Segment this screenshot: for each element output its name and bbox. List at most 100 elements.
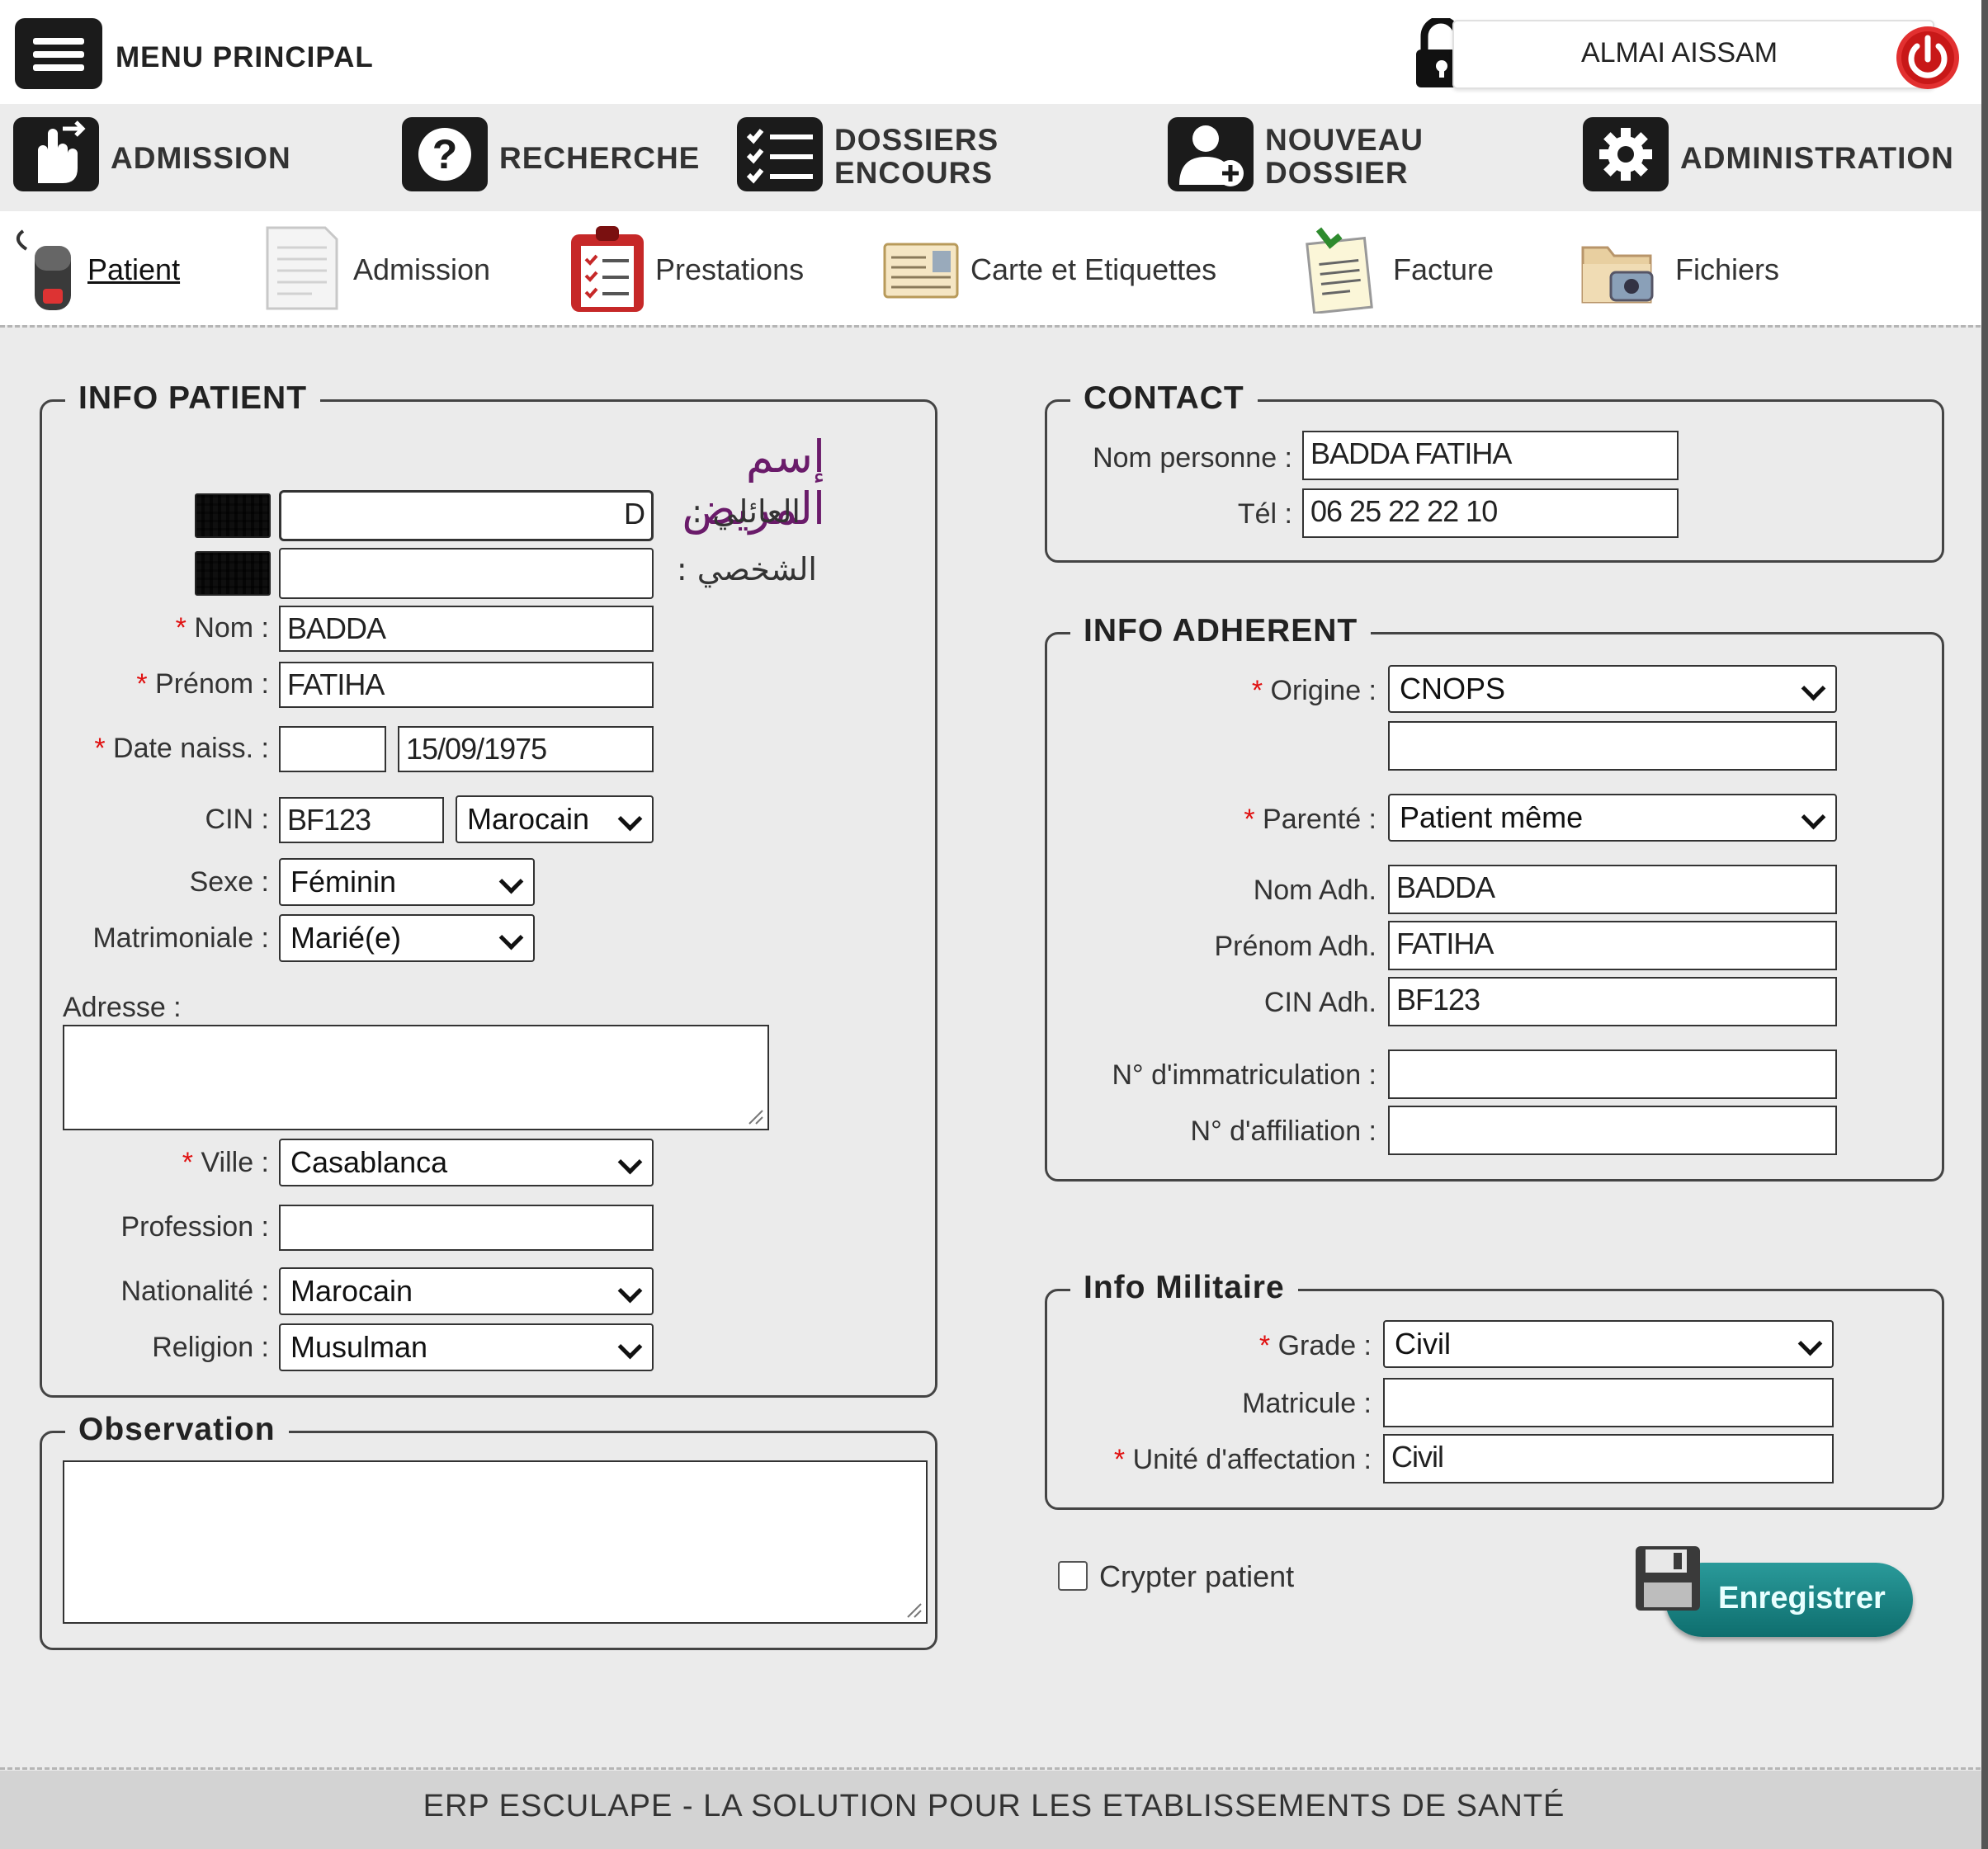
chevron-down-icon: [498, 925, 524, 950]
arabic-family-name-input[interactable]: D: [279, 490, 654, 541]
chevron-down-icon: [617, 1149, 643, 1175]
matricule-input[interactable]: [1383, 1378, 1834, 1427]
cin-adh-input[interactable]: BF123: [1388, 977, 1837, 1026]
keyboard-icon[interactable]: [195, 493, 271, 538]
legend-info-adherent: INFO ADHERENT: [1070, 613, 1372, 649]
subnav-facture-label: Facture: [1393, 252, 1495, 286]
nav-recherche[interactable]: ? RECHERCHE: [402, 117, 699, 193]
affiliation-label: N° d'affiliation :: [1190, 1116, 1376, 1147]
subnav-patient[interactable]: Patient: [7, 218, 196, 317]
menu-icon[interactable]: [15, 18, 102, 89]
cin-nationality-select[interactable]: Marocain: [456, 795, 654, 843]
svg-text:?: ?: [432, 131, 458, 177]
nom-adh-label: Nom Adh.: [1253, 875, 1376, 906]
nav-dossiers-label-1: DOSSIERS: [834, 123, 999, 157]
floppy-disk-icon[interactable]: [1634, 1545, 1702, 1612]
fieldset-contact: CONTACT: [1045, 380, 1944, 563]
chevron-down-icon: [1801, 804, 1826, 830]
crypter-checkbox[interactable]: [1058, 1561, 1088, 1591]
nom-adh-input[interactable]: BADDA: [1388, 865, 1837, 914]
date-naiss-input[interactable]: 15/09/1975: [398, 726, 654, 772]
matrimoniale-label: Matrimoniale :: [92, 922, 269, 954]
subnav-prestations-label: Prestations: [655, 252, 805, 286]
nav-dossiers-encours[interactable]: DOSSIERS ENCOURS: [737, 117, 1018, 193]
adresse-textarea[interactable]: [63, 1025, 769, 1130]
chevron-down-icon: [498, 869, 524, 894]
affiliation-input[interactable]: [1388, 1106, 1837, 1155]
invoice-icon: [1306, 227, 1373, 314]
id-card-icon: [883, 243, 959, 299]
subnav-fichiers-label: Fichiers: [1675, 252, 1780, 286]
legend-info-patient: INFO PATIENT: [65, 380, 321, 417]
profession-input[interactable]: [279, 1205, 654, 1251]
age-input[interactable]: [279, 726, 386, 772]
chevron-down-icon: [617, 1278, 643, 1304]
parente-label: * Parenté :: [1244, 804, 1376, 835]
nav-administration-label: ADMINISTRATION: [1680, 141, 1954, 175]
nav-admission-label: ADMISSION: [111, 141, 291, 175]
nationalite-label: Nationalité :: [120, 1276, 269, 1307]
unite-input[interactable]: Civil: [1383, 1434, 1834, 1483]
unite-label: * Unité d'affectation :: [1113, 1444, 1372, 1475]
legend-observation: Observation: [65, 1412, 289, 1448]
resize-grip-icon[interactable]: [903, 1599, 923, 1619]
nav-nouveau-dossier[interactable]: NOUVEAU DOSSIER: [1168, 117, 1440, 193]
crypter-label[interactable]: Crypter patient: [1099, 1559, 1294, 1594]
profession-label: Profession :: [120, 1211, 269, 1243]
sexe-select[interactable]: Féminin: [279, 858, 535, 906]
divider: [0, 1767, 1988, 1770]
matrimoniale-select[interactable]: Marié(e): [279, 914, 535, 962]
chevron-down-icon: [1801, 676, 1826, 701]
religion-select[interactable]: Musulman: [279, 1323, 654, 1371]
prenom-adh-input[interactable]: FATIHA: [1388, 921, 1837, 970]
folder-icon: [1581, 246, 1654, 304]
cin-input[interactable]: BF123: [279, 797, 444, 843]
subnav-prestations[interactable]: Prestations: [568, 218, 832, 317]
legend-contact: CONTACT: [1070, 380, 1258, 417]
nationalite-select[interactable]: Marocain: [279, 1267, 654, 1315]
subnav-fichiers[interactable]: Fichiers: [1578, 218, 1792, 317]
nom-personne-input[interactable]: BADDA FATIHA: [1302, 431, 1679, 480]
subnav-patient-label: Patient: [87, 252, 181, 286]
nav-dossiers-label-2: ENCOURS: [834, 156, 994, 190]
immatriculation-input[interactable]: [1388, 1049, 1837, 1099]
subnav-admission[interactable]: Admission: [262, 218, 510, 317]
power-icon[interactable]: [1895, 25, 1961, 91]
nav-admission[interactable]: ADMISSION: [13, 117, 327, 193]
nav-administration[interactable]: ADMINISTRATION: [1583, 117, 1971, 193]
subnav-carte-etiquettes[interactable]: Carte et Etiquettes: [881, 218, 1236, 317]
tel-input[interactable]: 06 25 22 22 10: [1302, 488, 1679, 538]
nom-personne-label: Nom personne :: [1093, 442, 1292, 474]
save-button-label: Enregistrer: [1718, 1581, 1886, 1616]
observation-textarea[interactable]: [63, 1460, 928, 1624]
prenom-label: * Prénom :: [136, 668, 269, 700]
tel-label: Tél :: [1237, 498, 1292, 530]
subnav-admission-label: Admission: [353, 252, 491, 286]
immatriculation-label: N° d'immatriculation :: [1112, 1059, 1376, 1091]
gear-icon: [1583, 117, 1669, 191]
mouse-icon: [17, 229, 71, 310]
subnav-carte-label: Carte et Etiquettes: [970, 252, 1217, 286]
divider: [0, 325, 1988, 328]
arabic-personal-name-input[interactable]: [279, 548, 654, 599]
parente-select[interactable]: Patient même: [1388, 794, 1837, 842]
prenom-input[interactable]: FATIHA: [279, 662, 654, 708]
nom-input[interactable]: BADDA: [279, 606, 654, 652]
subnav-facture[interactable]: Facture: [1302, 218, 1509, 317]
ville-select[interactable]: Casablanca: [279, 1139, 654, 1186]
origine-extra-input[interactable]: [1388, 721, 1837, 771]
save-button[interactable]: Enregistrer: [1665, 1563, 1913, 1637]
menu-title[interactable]: MENU PRINCIPAL: [116, 41, 374, 74]
resize-grip-icon[interactable]: [744, 1106, 764, 1125]
origine-select[interactable]: CNOPS: [1388, 665, 1837, 713]
matricule-label: Matricule :: [1242, 1388, 1372, 1419]
origine-label: * Origine :: [1251, 675, 1376, 706]
keyboard-icon[interactable]: [195, 551, 271, 596]
grade-select[interactable]: Civil: [1383, 1320, 1834, 1368]
legend-info-militaire: Info Militaire: [1070, 1270, 1298, 1306]
arabic-family-label: العائلي :: [692, 493, 800, 530]
chevron-down-icon: [617, 1334, 643, 1360]
question-icon: ?: [402, 117, 488, 191]
cin-adh-label: CIN Adh.: [1263, 987, 1376, 1018]
window-edge: [1981, 0, 1988, 1849]
